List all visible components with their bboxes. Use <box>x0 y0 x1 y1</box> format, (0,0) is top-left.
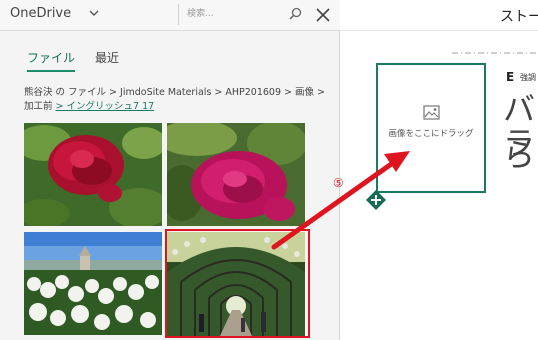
tab-files[interactable]: ファイル <box>27 49 76 72</box>
add-icon[interactable] <box>366 190 386 210</box>
search-input[interactable] <box>187 6 283 22</box>
pink-rose-photo[interactable] <box>167 123 305 226</box>
breadcrumb-current-folder[interactable]: > イングリッシュ7 17 <box>56 101 155 112</box>
emphasis-style-icon[interactable]: E <box>506 70 514 84</box>
breadcrumb: 熊谷決 の ファイル > JimdoSite Materials > AHP20… <box>24 86 329 114</box>
editor-dotted-rule <box>452 52 538 54</box>
emphasis-style-label[interactable]: 強調 <box>520 72 536 83</box>
search-box[interactable] <box>178 4 306 25</box>
onedrive-pane: OneDrive ファイル 最近 熊谷決 の ファイル > JimdoSite … <box>0 0 340 340</box>
onedrive-top-bar: OneDrive <box>0 0 340 31</box>
image-icon <box>423 105 440 120</box>
drop-zone-label: 画像をここにドラッグ <box>388 129 474 139</box>
editor-divider <box>340 30 538 31</box>
editor-title: ストー <box>500 9 538 25</box>
onedrive-brand[interactable]: OneDrive <box>10 6 71 21</box>
red-rose-photo[interactable] <box>24 123 162 226</box>
selected-photo-highlight <box>165 229 310 338</box>
text-block-line-2[interactable]: ら <box>503 138 535 172</box>
white-rose-garden-photo[interactable] <box>24 232 162 335</box>
search-icon[interactable] <box>289 7 302 20</box>
step-number-label: ⑤ <box>333 176 344 190</box>
chevron-down-icon[interactable] <box>88 7 100 19</box>
tab-recent[interactable]: 最近 <box>95 49 119 66</box>
close-icon[interactable] <box>314 6 332 24</box>
image-drop-zone[interactable]: 画像をここにドラッグ <box>376 63 486 193</box>
